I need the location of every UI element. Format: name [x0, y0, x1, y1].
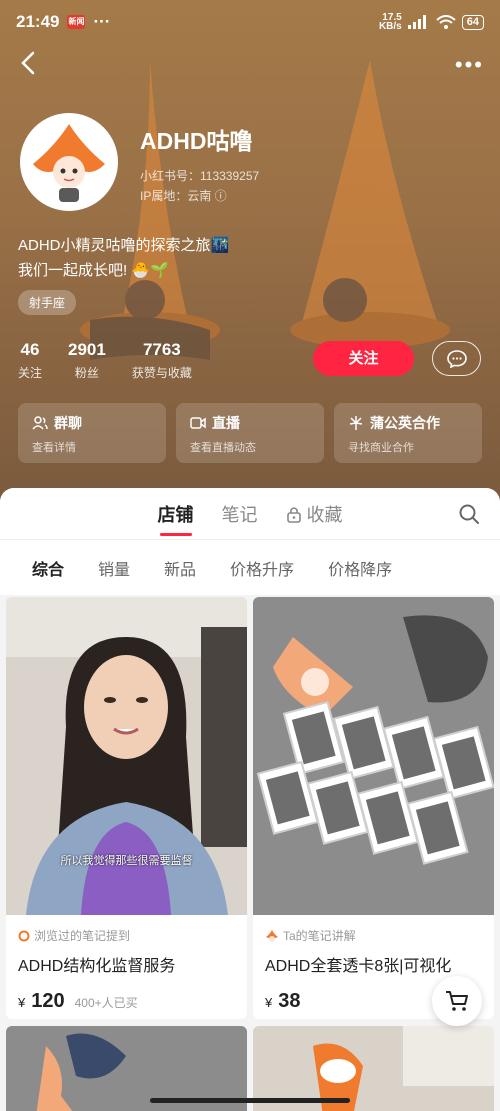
product-grid: 所以我觉得那些很需要监督 浏览过的笔记提到 ADHD结构化监督服务 ¥ 120 …: [6, 597, 494, 1019]
stat-following[interactable]: 46 关注: [18, 340, 42, 381]
product-image: 所以我觉得那些很需要监督: [6, 597, 247, 915]
group-icon: [32, 416, 48, 430]
sort-options: 综合 销量 新品 价格升序 价格降序: [0, 540, 500, 595]
group-chat-card[interactable]: 群聊 查看详情: [18, 403, 166, 463]
status-time: 21:49: [16, 12, 60, 31]
home-indicator[interactable]: [150, 1098, 350, 1103]
product-photo-cards: [253, 597, 494, 915]
product-card[interactable]: Ta的笔记讲解 ADHD全套透卡8张|可视化 ¥ 38: [253, 597, 494, 1019]
net-speed-unit: KB/s: [378, 21, 402, 32]
redbook-id: 小红书号：113339257: [140, 169, 260, 183]
product-card[interactable]: 所以我觉得那些很需要监督 浏览过的笔记提到 ADHD结构化监督服务 ¥ 120 …: [6, 597, 247, 1019]
sort-new[interactable]: 新品: [164, 556, 196, 580]
sort-price-desc[interactable]: 价格降序: [328, 556, 392, 580]
stat-label: 关注: [18, 366, 43, 380]
stat-number: 7763: [142, 340, 181, 359]
sold-count: 400+人已买: [74, 996, 138, 1010]
currency-symbol: ¥: [18, 995, 26, 1010]
stat-number: 2901: [68, 340, 106, 359]
bio-line: 我们一起成长吧! 🐣🌱: [18, 262, 169, 279]
stat-label: 粉丝: [74, 366, 99, 380]
profile-tabs: 店铺 笔记 收藏: [0, 488, 500, 540]
stat-likes[interactable]: 7763 获赞与收藏: [132, 340, 192, 381]
tab-shop[interactable]: 店铺: [157, 501, 194, 536]
product-price: 38: [278, 990, 301, 1012]
profile-bio: ADHD小精灵咕噜的探索之旅🌃 我们一起成长吧! 🐣🌱: [18, 233, 229, 283]
card-subtitle: 寻找商业合作: [348, 442, 414, 454]
stat-label: 获赞与收藏: [131, 366, 192, 380]
avatar-illustration: [23, 116, 115, 208]
hint-text: Ta的笔记讲解: [283, 929, 356, 943]
tab-notes[interactable]: 笔记: [222, 501, 258, 527]
product-price: 120: [31, 990, 65, 1012]
business-cooperation-card[interactable]: 蒲公英合作 寻找商业合作: [334, 403, 482, 463]
live-card[interactable]: 直播 查看直播动态: [176, 403, 324, 463]
card-title: 群聊: [54, 415, 82, 431]
wifi-icon: [436, 15, 456, 29]
net-speed: 17.5 KB/s: [378, 13, 402, 32]
lock-icon: [286, 506, 301, 523]
search-icon[interactable]: [458, 503, 480, 525]
hint-text: 浏览过的笔记提到: [34, 929, 131, 943]
currency-symbol: ¥: [265, 995, 273, 1010]
dandelion-icon: [349, 416, 363, 430]
sort-sales[interactable]: 销量: [98, 556, 130, 580]
tab-label: 收藏: [306, 504, 343, 525]
tab-collections[interactable]: 收藏: [286, 501, 343, 527]
ip-location[interactable]: IP属地：云南 ⓘ: [140, 186, 259, 206]
product-hint: Ta的笔记讲解: [265, 927, 482, 944]
card-title: 蒲公英合作: [370, 415, 440, 431]
live-icon: [190, 417, 206, 429]
sort-price-asc[interactable]: 价格升序: [230, 556, 294, 580]
battery-icon: 64: [461, 14, 484, 30]
back-arrow-icon[interactable]: [16, 50, 42, 76]
card-subtitle: 查看直播动态: [190, 442, 256, 454]
avatar[interactable]: [20, 113, 118, 211]
message-button[interactable]: [432, 341, 481, 376]
feature-cards: 群聊 查看详情 直播 查看直播动态 蒲公英合作 寻找商业合作: [18, 403, 482, 463]
stat-number: 46: [20, 340, 40, 359]
more-notifications-icon: ···: [93, 12, 111, 31]
follow-button[interactable]: 关注: [313, 341, 414, 376]
profile-meta: 小红书号：113339257 IP属地：云南 ⓘ: [140, 166, 259, 206]
product-hint: 浏览过的笔记提到: [18, 927, 235, 944]
status-bar: 21:49 新闻 ··· 17.5 KB/s 64: [0, 0, 500, 44]
author-avatar-icon: [266, 929, 278, 942]
tab-label: 笔记: [221, 504, 258, 525]
chat-bubble-icon: [446, 349, 467, 368]
product-title: ADHD结构化监督服务: [18, 958, 176, 975]
card-subtitle: 查看详情: [32, 442, 76, 454]
sort-comprehensive[interactable]: 综合: [32, 556, 64, 580]
product-price-row: ¥ 120 400+人已买: [18, 990, 235, 1013]
video-subtitle: 所以我觉得那些很需要监督: [60, 855, 193, 867]
bio-line: ADHD小精灵咕噜的探索之旅🌃: [18, 237, 230, 254]
viewed-note-icon: [18, 930, 30, 941]
profile-nickname: ADHD咕噜: [140, 128, 253, 154]
zodiac-tag: 射手座: [18, 290, 77, 315]
content-sheet: 店铺 笔记 收藏 综合 销量 新品 价格升序 价格降序 所以我觉得那些很需要监督…: [0, 488, 500, 1111]
stat-followers[interactable]: 2901 粉丝: [68, 340, 106, 381]
shopping-cart-icon: [446, 991, 468, 1011]
more-options-icon[interactable]: •••: [455, 52, 484, 78]
cart-button[interactable]: [432, 976, 482, 1026]
product-image: [253, 597, 494, 915]
product-title: ADHD全套透卡8张|可视化: [265, 958, 452, 975]
tab-label: 店铺: [157, 504, 194, 525]
signal-icon: [407, 15, 426, 29]
card-title: 直播: [212, 415, 240, 431]
news-app-icon: 新闻: [67, 15, 86, 29]
profile-stats: 46 关注 2901 粉丝 7763 获赞与收藏: [18, 340, 192, 381]
profile-header: 21:49 新闻 ··· 17.5 KB/s 64 ••• ADHD咕噜 小红书…: [0, 0, 500, 505]
